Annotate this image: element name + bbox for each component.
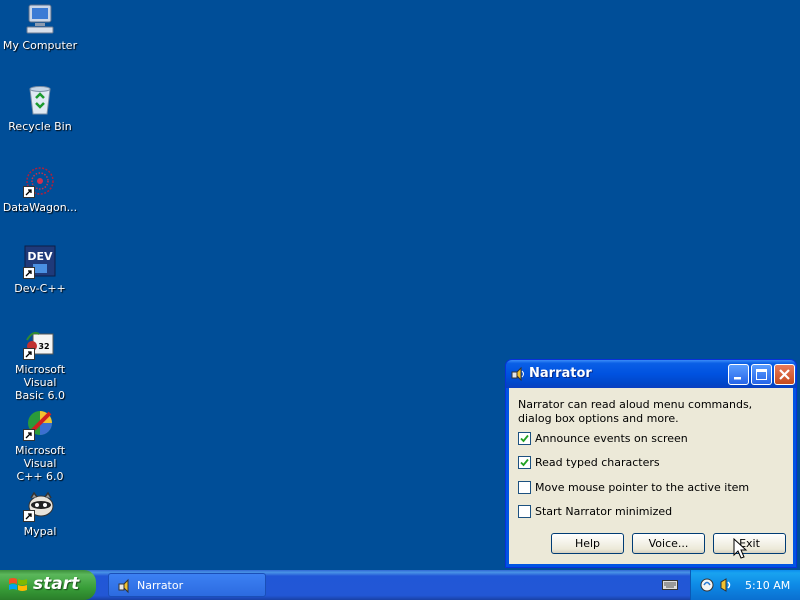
checkmark-icon [520, 434, 529, 442]
desktop-icon-mypal[interactable]: Mypal [0, 488, 80, 538]
desktop-icon-recycle-bin[interactable]: Recycle Bin [0, 83, 80, 133]
narrator-app-icon [510, 366, 526, 382]
window-title: Narrator [529, 366, 592, 381]
my-computer-icon [23, 2, 57, 36]
maximize-icon [756, 369, 767, 380]
option-label: Announce events on screen [535, 431, 688, 445]
desktop-icon-dev-cpp[interactable]: DEV Dev-C++ [0, 245, 80, 295]
option-start-minimized[interactable]: Start Narrator minimized [518, 503, 672, 519]
shortcut-arrow-icon [23, 429, 35, 441]
narrator-app-icon [117, 578, 133, 594]
narrator-description: Narrator can read aloud menu commands, d… [518, 398, 753, 425]
start-button[interactable]: start [0, 570, 96, 600]
desktop-icon-label: My Computer [2, 39, 78, 52]
shortcut-arrow-icon [23, 348, 35, 360]
recycle-bin-icon [23, 83, 57, 117]
desktop-icon-visual-cpp[interactable]: Microsoft Visual C++ 6.0 [0, 407, 80, 483]
desktop-icon-label: Mypal [23, 525, 57, 538]
network-icon[interactable] [699, 577, 715, 593]
checkbox-unchecked[interactable] [518, 504, 531, 518]
option-move-mouse-pointer[interactable]: Move mouse pointer to the active item [518, 479, 749, 495]
svg-text:DEV: DEV [27, 250, 53, 263]
desktop-icon-label: Recycle Bin [8, 120, 72, 133]
shortcut-arrow-icon [23, 510, 35, 522]
checkbox-checked[interactable] [518, 455, 531, 469]
voice-button[interactable]: Voice... [632, 533, 705, 554]
close-icon [779, 369, 790, 380]
option-announce-events[interactable]: Announce events on screen [518, 430, 688, 446]
desktop-icon-label: DataWagon... [2, 201, 78, 214]
mypal-icon [23, 488, 57, 522]
narrator-window: Narrator Narrator can read aloud menu co… [505, 359, 797, 568]
desktop-icon-label: Microsoft Visual C++ 6.0 [14, 444, 66, 483]
windows-logo-icon [8, 576, 28, 594]
desktop-icon-visual-basic[interactable]: 32 Microsoft Visual Basic 6.0 [0, 326, 80, 402]
keyboard-icon[interactable] [662, 578, 678, 592]
checkmark-icon [520, 458, 529, 466]
taskbar: start Narrator 5:10 AM [0, 570, 800, 600]
visual-basic-icon: 32 [23, 326, 57, 360]
taskbar-item-narrator[interactable]: Narrator [108, 573, 266, 597]
desktop-icon-my-computer[interactable]: My Computer [0, 2, 80, 52]
minimize-button[interactable] [728, 364, 749, 385]
datawagon-icon [23, 164, 57, 198]
option-read-typed-characters[interactable]: Read typed characters [518, 454, 660, 470]
desktop-icon-label: Dev-C++ [14, 282, 66, 295]
window-client-area: Narrator can read aloud menu commands, d… [509, 388, 793, 564]
clock[interactable]: 5:10 AM [745, 579, 790, 592]
title-bar[interactable]: Narrator [506, 360, 796, 388]
svg-text:32: 32 [38, 342, 49, 351]
option-label: Read typed characters [535, 455, 660, 469]
exit-button[interactable]: Exit [713, 533, 786, 554]
shortcut-arrow-icon [23, 267, 35, 279]
help-button[interactable]: Help [551, 533, 624, 554]
checkbox-unchecked[interactable] [518, 480, 531, 494]
dev-cpp-icon: DEV [23, 245, 57, 279]
visual-cpp-icon [23, 407, 57, 441]
option-label: Move mouse pointer to the active item [535, 480, 750, 494]
system-tray: 5:10 AM [690, 570, 800, 600]
minimize-icon [734, 377, 741, 380]
desktop-icon-datawagon[interactable]: DataWagon... [0, 164, 80, 214]
shortcut-arrow-icon [23, 186, 35, 198]
narrator-tray-icon[interactable] [718, 577, 734, 593]
checkbox-checked[interactable] [518, 431, 531, 445]
desktop-icon-label: Microsoft Visual Basic 6.0 [14, 363, 66, 402]
taskbar-item-label: Narrator [137, 579, 184, 592]
mouse-cursor-icon [733, 537, 749, 560]
close-button[interactable] [774, 364, 795, 385]
start-label: start [33, 574, 80, 594]
maximize-button[interactable] [751, 364, 772, 385]
option-label: Start Narrator minimized [535, 504, 673, 518]
